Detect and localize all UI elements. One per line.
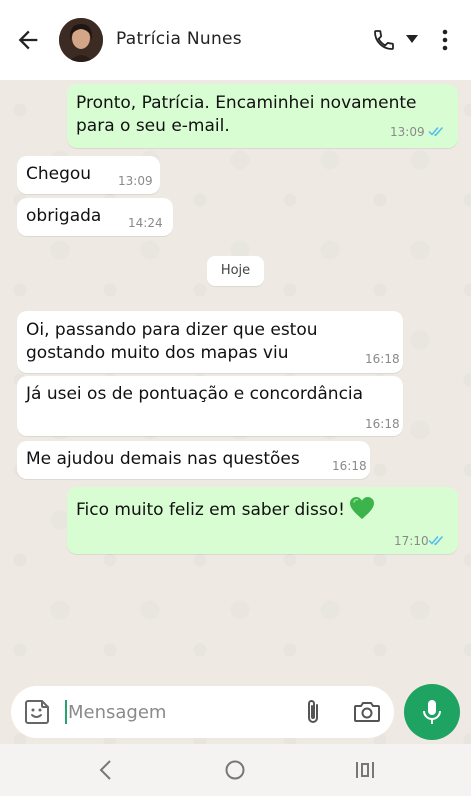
mic-button[interactable]	[404, 684, 460, 740]
sticker-icon[interactable]	[24, 699, 50, 725]
message-text: Oi, passando para dizer que estou	[26, 320, 318, 340]
message-time: 16:18	[365, 352, 400, 366]
message-text: para o seu e-mail.	[76, 116, 230, 136]
message-bubble-outgoing[interactable]: Fico muito feliz em saber disso! 17:10	[67, 487, 458, 554]
message-text: Já usei os de pontuação e concordância	[26, 384, 364, 404]
message-bubble-incoming[interactable]: Chegou 13:09	[17, 156, 160, 194]
avatar[interactable]	[59, 18, 103, 62]
nav-home-icon[interactable]	[224, 759, 246, 781]
message-text: obrigada	[26, 206, 102, 226]
message-time: 13:09	[118, 174, 153, 188]
nav-recent-apps-icon[interactable]	[354, 759, 376, 781]
message-text: Chegou	[26, 164, 92, 184]
message-input[interactable]	[68, 696, 288, 728]
message-bubble-incoming[interactable]: Me ajudou demais nas questões 16:18	[17, 441, 370, 479]
nav-back-icon[interactable]	[96, 759, 116, 781]
back-arrow-icon[interactable]	[14, 26, 42, 54]
phone-icon[interactable]	[372, 28, 396, 52]
chat-header: Patrícia Nunes	[0, 0, 471, 80]
message-text: Me ajudou demais nas questões	[26, 449, 300, 469]
message-bubble-outgoing[interactable]: Pronto, Patrícia. Encaminhei novamente p…	[67, 84, 458, 148]
text-cursor	[65, 700, 67, 724]
mic-icon	[423, 700, 441, 724]
message-composer	[11, 686, 394, 738]
message-time: 13:09	[390, 125, 425, 139]
message-time: 17:10	[394, 534, 429, 548]
message-bubble-incoming[interactable]: Já usei os de pontuação e concordância 1…	[17, 376, 403, 436]
date-divider: Hoje	[207, 256, 264, 286]
contact-name[interactable]: Patrícia Nunes	[116, 29, 242, 49]
message-text-line: Fico muito feliz em saber disso!	[76, 500, 345, 520]
message-text: gostando muito dos mapas viu	[26, 343, 289, 363]
message-text: Fico muito feliz em saber disso!	[76, 496, 375, 522]
message-time: 14:24	[128, 216, 163, 230]
caret-down-icon[interactable]	[405, 34, 419, 44]
system-navigation-bar	[0, 744, 471, 796]
more-vertical-icon[interactable]	[437, 28, 453, 52]
attach-icon[interactable]	[300, 698, 326, 726]
message-bubble-incoming[interactable]: Oi, passando para dizer que estou gostan…	[17, 311, 403, 373]
camera-icon[interactable]	[353, 699, 381, 725]
message-text: Pronto, Patrícia. Encaminhei novamente	[76, 93, 417, 113]
message-time: 16:18	[332, 459, 367, 473]
read-receipt-icon	[428, 126, 444, 137]
read-receipt-icon	[428, 535, 444, 546]
message-bubble-incoming[interactable]: obrigada 14:24	[17, 198, 173, 236]
green-heart-icon	[349, 497, 374, 519]
message-time: 16:18	[365, 417, 400, 431]
